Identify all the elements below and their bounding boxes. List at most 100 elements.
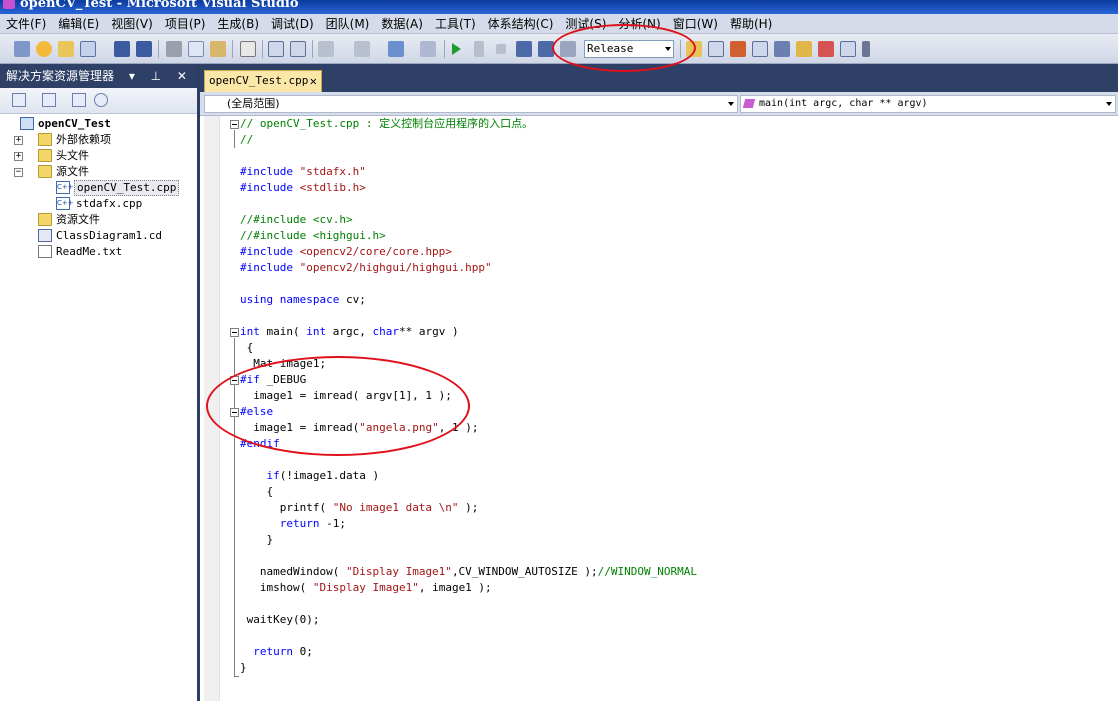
code-line[interactable]: #else [240, 404, 273, 420]
scope-dropdown[interactable]: (全局范围) [204, 95, 738, 113]
code-line[interactable]: Mat image1; [240, 356, 326, 372]
code-line[interactable]: //#include <cv.h> [240, 212, 353, 228]
tree-item-opencv-test-cpp[interactable]: C++ openCV_Test.cpp [0, 180, 197, 196]
code-line[interactable]: image1 = imread( argv[1], 1 ); [240, 388, 452, 404]
menu-file[interactable]: 文件(F) [6, 14, 46, 34]
code-line[interactable]: // openCV_Test.cpp : 定义控制台应用程序的入口点。 [240, 116, 533, 132]
tree-item-source-files[interactable]: − 源文件 [0, 164, 197, 180]
panel-window-controls[interactable]: ▾ ⊥ ✕ [129, 64, 193, 88]
code-line[interactable]: waitKey(0); [240, 612, 320, 628]
tree-item-resource-files[interactable]: 资源文件 [0, 212, 197, 228]
find-in-files-icon[interactable] [240, 41, 256, 57]
menu-architecture[interactable]: 体系结构(C) [488, 14, 554, 34]
collapse-icon[interactable] [230, 328, 239, 337]
uncomment-icon[interactable] [290, 41, 306, 57]
code-line[interactable]: namedWindow( "Display Image1",CV_WINDOW_… [240, 564, 697, 580]
code-line[interactable]: //#include <highgui.h> [240, 228, 386, 244]
properties-icon[interactable] [730, 41, 746, 57]
expand-icon[interactable]: + [14, 152, 23, 161]
stop-icon[interactable] [496, 44, 506, 54]
tree-item-project[interactable]: openCV_Test [0, 116, 197, 132]
menu-tools[interactable]: 工具(T) [435, 14, 476, 34]
view-code-icon[interactable] [72, 93, 86, 107]
tree-item-header-files[interactable]: + 头文件 [0, 148, 197, 164]
code-line[interactable]: #include <opencv2/core/core.hpp> [240, 244, 452, 260]
collapse-icon[interactable] [230, 120, 239, 129]
add-new-item-icon[interactable] [80, 41, 96, 57]
save-all-icon[interactable] [136, 41, 152, 57]
collapse-icon[interactable] [230, 376, 239, 385]
code-line[interactable]: } [240, 532, 273, 548]
code-line[interactable]: using namespace cv; [240, 292, 366, 308]
find-icon[interactable] [686, 41, 702, 57]
command-window-icon[interactable] [840, 41, 856, 57]
add-item-icon[interactable] [36, 41, 52, 57]
menu-analyze[interactable]: 分析(N) [618, 14, 660, 34]
menu-help[interactable]: 帮助(H) [730, 14, 772, 34]
pause-icon[interactable] [474, 41, 484, 57]
collapse-icon[interactable]: − [14, 168, 23, 177]
code-line[interactable]: printf( "No image1 data \n" ); [240, 500, 479, 516]
code-line[interactable]: image1 = imread("angela.png", 1 ); [240, 420, 478, 436]
menu-project[interactable]: 项目(P) [165, 14, 206, 34]
toolbar-options-icon[interactable] [862, 41, 870, 57]
expand-icon[interactable]: + [14, 136, 23, 145]
menu-data[interactable]: 数据(A) [381, 14, 423, 34]
code-line[interactable]: return 0; [240, 644, 313, 660]
paste-icon[interactable] [210, 41, 226, 57]
code-line[interactable]: int main( int argc, char** argv ) [240, 324, 459, 340]
menu-test[interactable]: 测试(S) [565, 14, 606, 34]
properties-icon[interactable] [12, 93, 26, 107]
step-into-icon[interactable] [516, 41, 532, 57]
menu-debug[interactable]: 调试(D) [271, 14, 314, 34]
show-all-files-icon[interactable] [42, 93, 56, 107]
code-line[interactable]: } [240, 660, 247, 676]
chevron-down-icon [665, 47, 671, 51]
tab-opencv-test-cpp[interactable]: openCV_Test.cpp ✕ [204, 70, 322, 92]
code-line[interactable]: imshow( "Display Image1", image1 ); [240, 580, 492, 596]
save-icon[interactable] [114, 41, 130, 57]
undo-icon[interactable] [318, 41, 334, 57]
step-out-icon[interactable] [560, 41, 576, 57]
object-browser-icon[interactable] [752, 41, 768, 57]
code-line[interactable]: if(!image1.data ) [240, 468, 380, 484]
code-line[interactable]: #if _DEBUG [240, 372, 306, 388]
collapse-icon[interactable] [230, 408, 239, 417]
menu-view[interactable]: 视图(V) [111, 14, 153, 34]
code-line[interactable]: { [240, 484, 273, 500]
menu-team[interactable]: 团队(M) [326, 14, 370, 34]
new-project-icon[interactable] [14, 41, 30, 57]
code-line[interactable]: // [240, 132, 253, 148]
cut-icon[interactable] [166, 41, 182, 57]
code-line[interactable]: #include "stdafx.h" [240, 164, 366, 180]
code-line[interactable]: return -1; [240, 516, 346, 532]
solution-explorer-icon[interactable] [708, 41, 724, 57]
code-line[interactable]: #endif [240, 436, 280, 452]
menu-window[interactable]: 窗口(W) [673, 14, 718, 34]
member-dropdown[interactable]: main(int argc, char ** argv) [740, 95, 1116, 113]
solution-configuration-dropdown[interactable]: Release [584, 40, 674, 58]
close-icon[interactable]: ✕ [310, 71, 317, 91]
copy-icon[interactable] [188, 41, 204, 57]
step-over-icon[interactable] [538, 41, 554, 57]
start-page-icon[interactable] [818, 41, 834, 57]
toolbox-icon[interactable] [774, 41, 790, 57]
comment-out-icon[interactable] [268, 41, 284, 57]
tree-item-readme[interactable]: ReadMe.txt [0, 244, 197, 260]
class-view-icon[interactable] [94, 93, 108, 107]
navigate-backward-icon[interactable] [388, 41, 404, 57]
tree-item-class-diagram[interactable]: ClassDiagram1.cd [0, 228, 197, 244]
code-line[interactable]: #include <stdlib.h> [240, 180, 366, 196]
navigate-forward-icon[interactable] [420, 41, 436, 57]
extension-manager-icon[interactable] [796, 41, 812, 57]
open-file-icon[interactable] [58, 41, 74, 57]
code-editor[interactable]: // openCV_Test.cpp : 定义控制台应用程序的入口点。//#in… [200, 116, 1118, 701]
menu-edit[interactable]: 编辑(E) [58, 14, 99, 34]
menu-build[interactable]: 生成(B) [217, 14, 259, 34]
code-line[interactable]: { [240, 340, 254, 356]
redo-icon[interactable] [354, 41, 370, 57]
start-debugging-icon[interactable] [452, 43, 461, 55]
code-line[interactable]: #include "opencv2/highgui/highgui.hpp" [240, 260, 492, 276]
tree-item-stdafx-cpp[interactable]: C++ stdafx.cpp [0, 196, 197, 212]
tree-item-external-dependencies[interactable]: + 外部依赖项 [0, 132, 197, 148]
